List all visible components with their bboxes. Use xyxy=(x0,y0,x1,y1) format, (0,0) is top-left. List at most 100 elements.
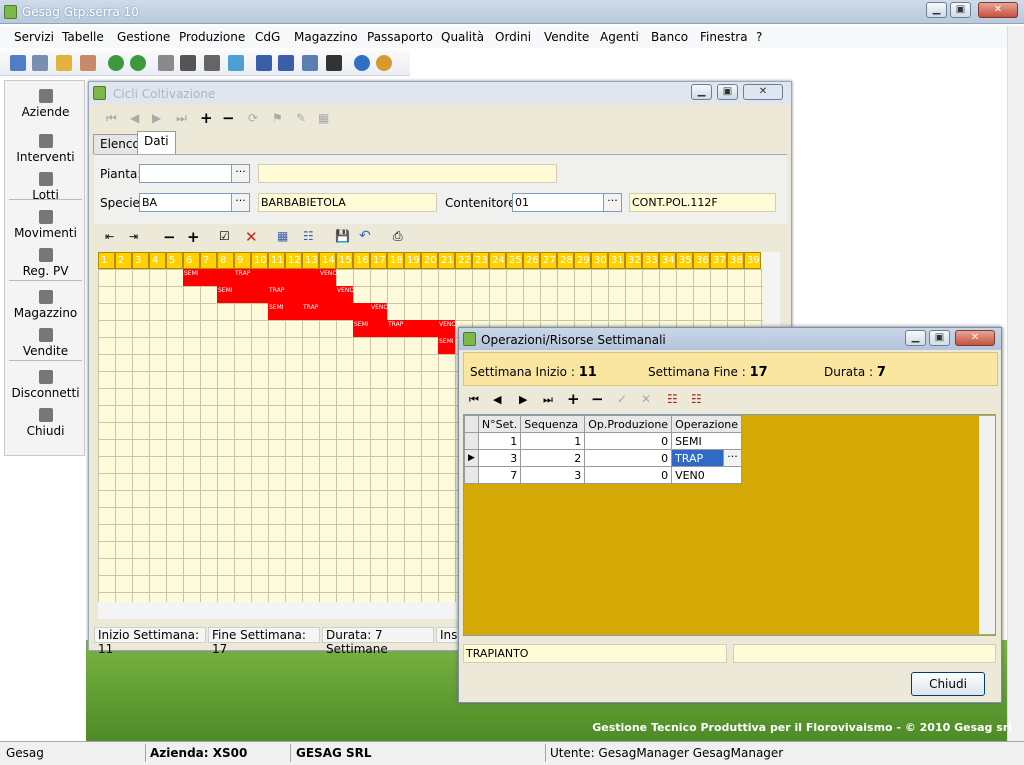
save-icon[interactable]: 💾 xyxy=(335,229,350,243)
nset-cell[interactable]: 1 xyxy=(477,432,522,450)
folder-icon[interactable] xyxy=(56,55,72,71)
operation-bar[interactable]: TRAP xyxy=(387,320,438,337)
sidebar-item-movimenti[interactable]: Movimenti xyxy=(5,210,86,240)
next-record-icon[interactable]: ▶ xyxy=(152,111,161,125)
operation-bar[interactable]: VENO xyxy=(370,303,388,320)
refresh-icon[interactable]: ⟳ xyxy=(248,111,258,125)
prev-record-icon[interactable]: ◀ xyxy=(130,111,139,125)
operazione-cell[interactable]: SEMI xyxy=(671,432,743,450)
menu-agenti[interactable]: Agenti xyxy=(600,30,639,44)
operazione-cell-selected[interactable]: TRAP ··· xyxy=(671,449,743,467)
operazioni-maximize-button[interactable]: ▣ xyxy=(929,330,950,346)
table-row[interactable]: 1 1 0 SEMI xyxy=(464,432,743,450)
sidebar-item-aziende[interactable]: Aziende xyxy=(5,89,86,119)
sequenza-cell[interactable]: 2 xyxy=(520,449,586,467)
column-header[interactable]: Operazione xyxy=(671,415,743,433)
operation-bar[interactable]: TRAP xyxy=(268,286,336,303)
operation-bar[interactable]: SEMI xyxy=(217,286,268,303)
print-icon[interactable]: ⎙ xyxy=(393,229,403,244)
nset-cell[interactable]: 3 xyxy=(477,449,522,467)
chiudi-button[interactable]: Chiudi xyxy=(911,672,985,696)
confirm-icon[interactable]: ✓ xyxy=(617,392,627,406)
back-icon[interactable] xyxy=(108,55,124,71)
menu-servizi[interactable]: Servizi xyxy=(14,30,54,44)
last-record-icon[interactable]: ⏭ xyxy=(543,393,553,407)
sidebar-item-interventi[interactable]: Interventi xyxy=(5,134,86,164)
calendar2-icon[interactable] xyxy=(278,55,294,71)
calendar-icon[interactable] xyxy=(256,55,272,71)
first-record-icon[interactable]: ⏮ xyxy=(469,393,479,407)
delete-record-icon[interactable]: − xyxy=(222,109,235,127)
cancel-icon[interactable]: ✕ xyxy=(245,228,258,246)
column-header[interactable]: N°Set. xyxy=(477,415,522,433)
copy-icon[interactable] xyxy=(32,55,48,71)
operazioni-close-button[interactable]: ✕ xyxy=(955,330,995,346)
grid-icon[interactable]: ▦ xyxy=(318,111,329,125)
table-row[interactable]: 7 3 0 VEN0 xyxy=(464,466,743,484)
specie-lookup-button[interactable]: ··· xyxy=(231,193,250,212)
cancel-icon[interactable]: ✕ xyxy=(641,392,651,406)
delete-record-icon[interactable]: − xyxy=(591,390,604,408)
operation-bar[interactable]: SEMI xyxy=(268,303,302,320)
cicli-close-button[interactable]: ✕ xyxy=(743,84,783,100)
undo-icon[interactable]: ↶ xyxy=(359,228,371,244)
main-scrollbar[interactable] xyxy=(1007,26,1024,741)
structure-icon[interactable]: ☷ xyxy=(667,392,678,406)
close-button[interactable]: ✕ xyxy=(978,2,1018,18)
operation-bar[interactable]: SEMI xyxy=(438,337,455,354)
sidebar-item-vendite[interactable]: Vendite xyxy=(5,328,86,358)
sidebar-item-disconnetti[interactable]: Disconnetti xyxy=(5,370,86,400)
menu-qualit[interactable]: Qualità xyxy=(441,30,484,44)
cicli-minimize-button[interactable]: ▁ xyxy=(691,84,712,100)
column-header[interactable]: Sequenza xyxy=(520,415,586,433)
operation-bar[interactable]: SEMI xyxy=(183,269,234,286)
confirm-icon[interactable]: ☑ xyxy=(219,229,230,243)
add-record-icon[interactable]: + xyxy=(567,390,580,408)
prev-record-icon[interactable]: ◀ xyxy=(493,393,501,406)
menu-vendite[interactable]: Vendite xyxy=(544,30,589,44)
operation-bar[interactable]: VENO xyxy=(336,286,354,303)
column-header[interactable]: Op.Produzione xyxy=(584,415,673,433)
user-icon[interactable] xyxy=(376,55,392,71)
contenitore-input[interactable]: 01 xyxy=(512,193,604,212)
add-record-icon[interactable]: + xyxy=(200,109,213,127)
document-icon[interactable] xyxy=(302,55,318,71)
op-produzione-cell[interactable]: 0 xyxy=(584,449,673,467)
maximize-button[interactable]: ▣ xyxy=(950,2,971,18)
tab-dati[interactable]: Dati xyxy=(137,131,176,154)
forward-icon[interactable] xyxy=(130,55,146,71)
menu-banco[interactable]: Banco xyxy=(651,30,688,44)
menu-produzione[interactable]: Produzione xyxy=(179,30,245,44)
sidebar-item-lotti[interactable]: Lotti xyxy=(5,172,86,202)
sidebar-item-chiudi[interactable]: Chiudi xyxy=(5,408,86,438)
filter-icon[interactable]: ⚑ xyxy=(272,111,283,125)
sequenza-cell[interactable]: 1 xyxy=(520,432,586,450)
structure2-icon[interactable]: ☷ xyxy=(691,392,702,406)
pallet-icon[interactable] xyxy=(180,55,196,71)
pianta-input[interactable] xyxy=(139,164,232,183)
menu-ordini[interactable]: Ordini xyxy=(495,30,531,44)
operation-bar[interactable]: TRAP xyxy=(234,269,319,286)
last-record-icon[interactable]: ⏭ xyxy=(176,111,187,126)
sequenza-cell[interactable]: 3 xyxy=(520,466,586,484)
op-produzione-cell[interactable]: 0 xyxy=(584,466,673,484)
specie-input[interactable]: BA xyxy=(139,193,232,212)
first-record-icon[interactable]: ⏮ xyxy=(106,111,117,126)
menu-cdg[interactable]: CdG xyxy=(255,30,280,44)
next-record-icon[interactable]: ▶ xyxy=(519,393,527,406)
refresh-icon[interactable] xyxy=(228,55,244,71)
expand-left-icon[interactable]: ⇤ xyxy=(105,230,114,243)
sidebar-item-magazzino[interactable]: Magazzino xyxy=(5,290,86,320)
sidebar-item-regpv[interactable]: Reg. PV xyxy=(5,248,86,278)
edit-icon[interactable]: ✎ xyxy=(296,111,306,125)
menu-magazzino[interactable]: Magazzino xyxy=(294,30,358,44)
home-icon[interactable] xyxy=(10,55,26,71)
operazioni-minimize-button[interactable]: ▁ xyxy=(905,330,926,346)
expand-right-icon[interactable]: ⇥ xyxy=(129,230,138,243)
contenitore-lookup-button[interactable]: ··· xyxy=(603,193,622,212)
calendar-icon[interactable]: ▦ xyxy=(277,229,288,243)
structure-icon[interactable]: ☷ xyxy=(303,229,314,243)
minimize-button[interactable]: ▁ xyxy=(926,2,947,18)
gears-icon[interactable] xyxy=(204,55,220,71)
menu-?[interactable]: ? xyxy=(756,30,762,44)
